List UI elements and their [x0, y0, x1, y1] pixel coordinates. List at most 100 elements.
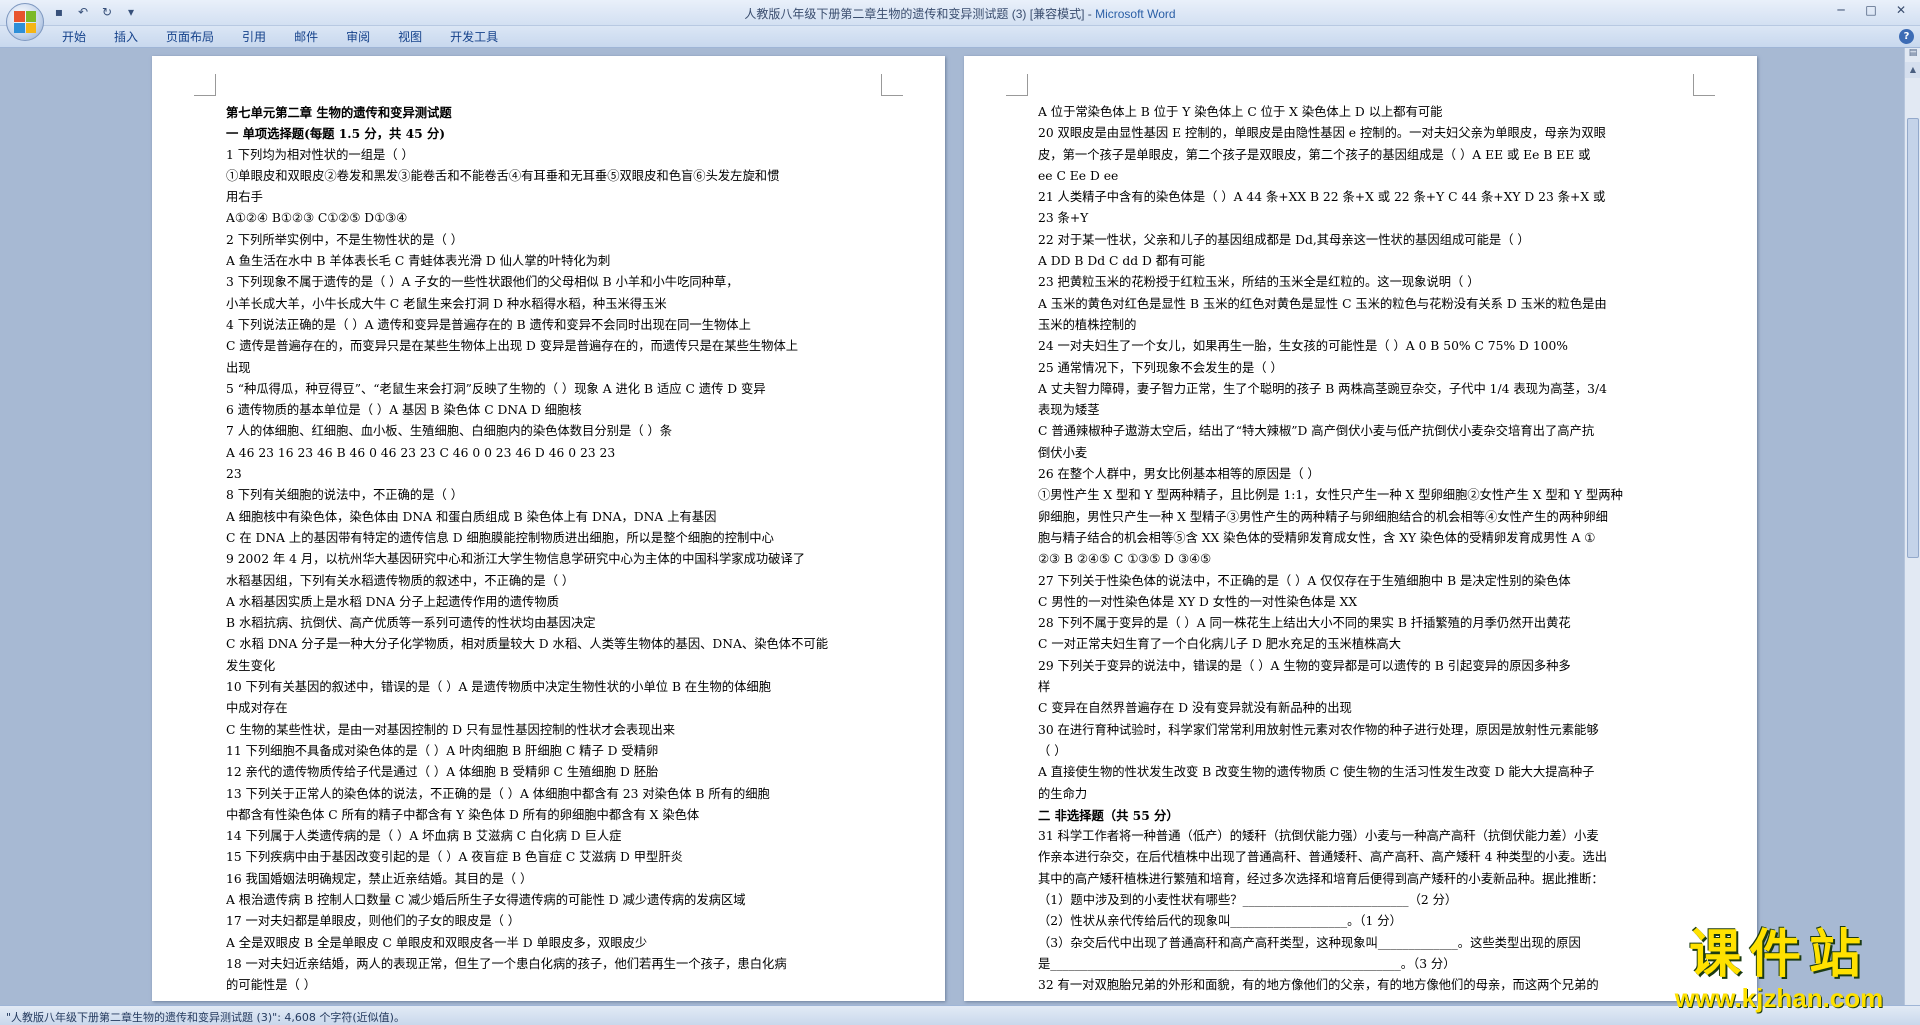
- ribbon-tabs: 开始 插入 页面布局 引用 邮件 审阅 视图 开发工具: [48, 29, 512, 46]
- text-line: 11 下列细胞不具备成对染色体的是（ ）A 叶肉细胞 B 肝细胞 C 精子 D …: [226, 743, 659, 758]
- text-line: 的生命力: [1038, 786, 1088, 801]
- ribbon-tab-bar: 开始 插入 页面布局 引用 邮件 审阅 视图 开发工具 ?: [0, 26, 1920, 48]
- crop-mark: [881, 74, 903, 96]
- crop-mark: [1693, 74, 1715, 96]
- text-line: A 细胞核中有染色体，染色体由 DNA 和蛋白质组成 B 染色体上有 DNA，D…: [226, 509, 717, 524]
- text-line: A 玉米的黄色对红色是显性 B 玉米的红色对黄色是显性 C 玉米的粒色与花粉没有…: [1038, 296, 1607, 311]
- crop-mark: [194, 74, 216, 96]
- text-line: （1）题中涉及到的小麦性状有哪些？_______________________…: [1038, 892, 1458, 907]
- text-line: 用右手: [226, 190, 263, 205]
- maximize-icon[interactable]: □: [1856, 0, 1886, 20]
- text-line: 其中的高产矮秆植株进行繁殖和培育，经过多次选择和培育后便得到高产矮秆的小麦新品种…: [1038, 871, 1604, 886]
- text-line: A①②④ B①②③ C①②⑤ D①③④: [226, 211, 408, 226]
- vertical-scrollbar[interactable]: ▤ ▲: [1904, 48, 1920, 1005]
- watermark-url: www.kjzhan.com: [1674, 983, 1884, 1013]
- section-heading: 二 非选择题（共 55 分）: [1038, 807, 1179, 823]
- ribbon-tab[interactable]: 页面布局: [152, 29, 228, 46]
- text-line: 15 下列疾病中由于基因改变引起的是（ ）A 夜盲症 B 色盲症 C 艾滋病 D…: [226, 850, 683, 865]
- text-line: C 男性的一对性染色体是 XY D 女性的一对性染色体是 XX: [1038, 594, 1358, 609]
- text-line: 14 下列属于人类遗传病的是（ ）A 坏血病 B 艾滋病 C 白化病 D 巨人症: [226, 829, 622, 844]
- text-line: 水稻基因组，下列有关水稻遗传物质的叙述中，不正确的是（ ）: [226, 573, 575, 588]
- text-line: A 水稻基因实质上是水稻 DNA 分子上起遗传作用的遗传物质: [226, 594, 559, 609]
- text-line: 30 在进行育种试验时，科学家们常常利用放射性元素对农作物的种子进行处理，原因是…: [1038, 722, 1599, 737]
- ribbon-tab[interactable]: 引用: [228, 29, 280, 46]
- text-line: 是_______________________________________…: [1038, 956, 1456, 971]
- crop-mark: [1006, 74, 1028, 96]
- title-bar: ▪ ↶ ↻ ▾ 人教版八年级下册第二章生物的遗传和变异测试题 (3) [兼容模式…: [0, 0, 1920, 41]
- text-line: 23 条+Y: [1038, 211, 1089, 226]
- text-line: 9 2002 年 4 月，以杭州华大基因研究中心和浙江大学生物信息学研究中心为主…: [226, 552, 806, 567]
- minimize-icon[interactable]: ─: [1826, 0, 1856, 20]
- document-page-1[interactable]: 第七单元第二章 生物的遗传和变异测试题一 单项选择题(每题 1.5 分，共 45…: [152, 56, 945, 1001]
- text-line: A 丈夫智力障碍，妻子智力正常，生了个聪明的孩子 B 两株高茎豌豆杂交，子代中 …: [1038, 381, 1607, 396]
- watermark-title: 课件站: [1688, 925, 1869, 985]
- ribbon-tab[interactable]: 插入: [100, 29, 152, 46]
- text-line: A DD B Dd C dd D 都有可能: [1038, 254, 1205, 269]
- text-line: A 根治遗传病 B 控制人口数量 C 减少婚后所生子女得遗传病的可能性 D 减少…: [226, 892, 746, 907]
- ribbon-tab[interactable]: 审阅: [332, 29, 384, 46]
- section-heading: 第七单元第二章 生物的遗传和变异测试题: [226, 105, 452, 120]
- ruler-toggle-icon[interactable]: ▤: [1905, 48, 1920, 62]
- document-page-2[interactable]: A 位于常染色体上 B 位于 Y 染色体上 C 位于 X 染色体上 D 以上都有…: [964, 56, 1757, 1001]
- ribbon-tab[interactable]: 视图: [384, 29, 436, 46]
- text-line: ee C Ee D ee: [1038, 168, 1119, 183]
- text-line: 26 在整个人群中，男女比例基本相等的原因是（ ）: [1038, 467, 1320, 482]
- text-line: 27 下列关于性染色体的说法中，不正确的是（ ）A 仅仅存在于生殖细胞中 B 是…: [1038, 573, 1571, 588]
- section-heading: 一 单项选择题(每题 1.5 分，共 45 分): [226, 126, 446, 142]
- text-line: 作亲本进行杂交，在后代植株中出现了普通高秆、普通矮秆、高产高秆、高产矮秆 4 种…: [1038, 850, 1608, 865]
- kjzhan-watermark-logo: 课件站 www.kjzhan.com: [1652, 927, 1906, 1019]
- office-button[interactable]: [6, 3, 44, 41]
- text-line: A 鱼生活在水中 B 羊体表长毛 C 青蛙体表光滑 D 仙人掌的叶特化为刺: [226, 254, 611, 269]
- text-line: ①男性产生 X 型和 Y 型两种精子，且比例是 1:1，女性只产生一种 X 型卵…: [1038, 488, 1623, 503]
- text-line: C 生物的某些性状，是由一对基因控制的 D 只有显性基因控制的性状才会表现出来: [226, 722, 676, 737]
- text-line: 2 下列所举实例中，不是生物性状的是（ ）: [226, 232, 463, 247]
- document-title: 人教版八年级下册第二章生物的遗传和变异测试题 (3) [兼容模式] -: [744, 7, 1096, 21]
- text-line: 28 下列不属于变异的是（ ）A 同一株花生上结出大小不同的果实 B 扦插繁殖的…: [1038, 616, 1571, 631]
- text-line: 13 下列关于正常人的染色体的说法，不正确的是（ ）A 体细胞中都含有 23 对…: [226, 786, 770, 801]
- text-line: A 46 23 16 23 46 B 46 0 46 23 23 C 46 0 …: [226, 445, 616, 460]
- document-area: 第七单元第二章 生物的遗传和变异测试题一 单项选择题(每题 1.5 分，共 45…: [0, 48, 1920, 1005]
- app-name: Microsoft Word: [1095, 7, 1176, 21]
- text-line: 玉米的植株控制的: [1038, 317, 1137, 332]
- page-1-text: 第七单元第二章 生物的遗传和变异测试题一 单项选择题(每题 1.5 分，共 45…: [226, 102, 875, 996]
- text-line: C 变异在自然界普遍存在 D 没有变异就没有新品种的出现: [1038, 701, 1352, 716]
- text-line: 样: [1038, 680, 1051, 695]
- text-line: 1 下列均为相对性状的一组是（ ）: [226, 147, 414, 162]
- window-controls: ─ □ ✕: [1826, 0, 1916, 20]
- ribbon-tab[interactable]: 开始: [48, 29, 100, 46]
- text-line: 皮，第一个孩子是单眼皮，第二个孩子是双眼皮，第二个孩子的基因组成是（ ）A EE…: [1038, 147, 1591, 162]
- text-line: 16 我国婚姻法明确规定，禁止近亲结婚。其目的是（ ）: [226, 871, 533, 886]
- text-line: B 水稻抗病、抗倒伏、高产优质等一系列可遗传的性状均由基因决定: [226, 616, 596, 631]
- text-line: 21 人类精子中含有的染色体是（ ）A 44 条+XX B 22 条+X 或 2…: [1038, 190, 1606, 205]
- page-2-text: A 位于常染色体上 B 位于 Y 染色体上 C 位于 X 染色体上 D 以上都有…: [1038, 102, 1687, 996]
- text-line: 小羊长成大羊，小牛长成大牛 C 老鼠生来会打洞 D 种水稻得水稻，种玉米得玉米: [226, 296, 667, 311]
- text-line: C 在 DNA 上的基因带有特定的遗传信息 D 细胞膜能控制物质进出细胞，所以是…: [226, 530, 774, 545]
- scroll-thumb[interactable]: [1907, 118, 1919, 558]
- text-line: 10 下列有关基因的叙述中，错误的是（ ）A 是遗传物质中决定生物性状的小单位 …: [226, 680, 771, 695]
- text-line: 7 人的体细胞、红细胞、血小板、生殖细胞、白细胞内的染色体数目分别是（ ）条: [226, 424, 673, 439]
- status-text: "人教版八年级下册第二章生物的遗传和变异测试题 (3)": 4,608 个字符(…: [6, 1011, 405, 1024]
- scroll-up-icon[interactable]: ▲: [1905, 62, 1920, 78]
- text-line: 29 下列关于变异的说法中，错误的是（ ）A 生物的变异都是可以遗传的 B 引起…: [1038, 658, 1571, 673]
- ribbon-tab[interactable]: 邮件: [280, 29, 332, 46]
- text-line: 的可能性是（ ）: [226, 978, 316, 993]
- text-line: ②③ B ②④⑤ C ①③⑤ D ③④⑤: [1038, 552, 1212, 567]
- ribbon-tab[interactable]: 开发工具: [436, 29, 512, 46]
- text-line: 出现: [226, 360, 251, 375]
- text-line: A 直接使生物的性状发生改变 B 改变生物的遗传物质 C 使生物的生活习性发生改…: [1038, 765, 1595, 780]
- text-line: 23 把黄粒玉米的花粉授于红粒玉米，所结的玉米全是红粒的。这一现象说明（ ）: [1038, 275, 1480, 290]
- close-icon[interactable]: ✕: [1886, 0, 1916, 20]
- text-line: 8 下列有关细胞的说法中，不正确的是（ ）: [226, 488, 463, 503]
- text-line: 5 “种瓜得瓜，种豆得豆”、“老鼠生来会打洞”反映了生物的（ ）现象 A 进化 …: [226, 381, 766, 396]
- text-line: （ ）: [1038, 743, 1067, 758]
- text-line: A 全是双眼皮 B 全是单眼皮 C 单眼皮和双眼皮各一半 D 单眼皮多，双眼皮少: [226, 935, 648, 950]
- help-icon[interactable]: ?: [1899, 29, 1914, 44]
- text-line: 25 通常情况下，下列现象不会发生的是（ ）: [1038, 360, 1283, 375]
- text-line: C 一对正常夫妇生育了一个白化病儿子 D 肥水充足的玉米植株高大: [1038, 637, 1402, 652]
- status-bar: "人教版八年级下册第二章生物的遗传和变异测试题 (3)": 4,608 个字符(…: [0, 1005, 1920, 1025]
- text-line: 17 一对夫妇都是单眼皮，则他们的子女的眼皮是（ ）: [226, 914, 520, 929]
- window-title: 人教版八年级下册第二章生物的遗传和变异测试题 (3) [兼容模式] - Micr…: [0, 5, 1920, 22]
- text-line: ①单眼皮和双眼皮②卷发和黑发③能卷舌和不能卷舌④有耳垂和无耳垂⑤双眼皮和色盲⑥头…: [226, 168, 780, 183]
- text-line: 发生变化: [226, 658, 276, 673]
- text-line: （3）杂交后代中出现了普通高秆和高产高秆类型，这种现象叫____________…: [1038, 935, 1581, 950]
